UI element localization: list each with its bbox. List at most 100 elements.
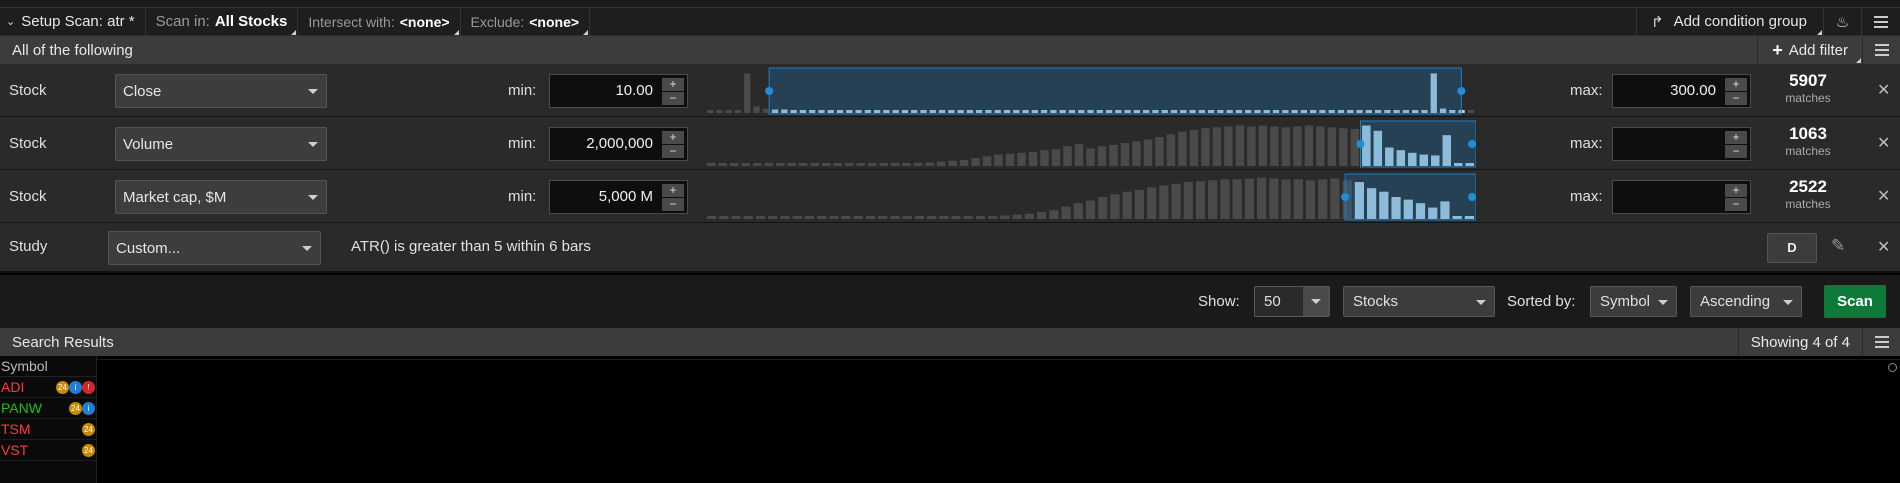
- filter-field-dropdown[interactable]: Volume: [115, 127, 327, 161]
- earnings-badge-icon[interactable]: 24: [69, 402, 82, 415]
- results-menu-button[interactable]: [1862, 328, 1900, 356]
- filter-field-dropdown[interactable]: Close: [115, 74, 327, 108]
- min-decrement-button[interactable]: −: [662, 145, 684, 158]
- condition-group-icon: ↱: [1650, 13, 1664, 31]
- max-increment-button[interactable]: +: [1725, 78, 1747, 91]
- max-decrement-button[interactable]: −: [1725, 92, 1747, 105]
- remove-filter-icon[interactable]: ✕: [1877, 186, 1890, 206]
- remove-filter-icon[interactable]: ✕: [1877, 80, 1890, 100]
- distribution-histogram[interactable]: [706, 67, 1476, 115]
- study-dropdown[interactable]: Custom...: [108, 231, 321, 265]
- sort-field-select[interactable]: Symbol: [1590, 286, 1677, 317]
- intersect-with-selector[interactable]: Intersect with: <none>: [298, 7, 461, 36]
- max-input[interactable]: + −: [1612, 127, 1751, 161]
- intersect-value: <none>: [399, 13, 450, 30]
- histogram-bar: [1293, 179, 1303, 219]
- histogram-bar: [1040, 150, 1049, 166]
- histogram-bar: [856, 163, 865, 166]
- info-badge-icon[interactable]: i: [82, 402, 95, 415]
- range-max-handle[interactable]: [1457, 87, 1466, 95]
- scan-button[interactable]: Scan: [1824, 285, 1886, 318]
- histogram-bar: [1247, 126, 1256, 166]
- range-min-handle[interactable]: [1356, 140, 1365, 148]
- conditions-title: All of the following: [12, 41, 133, 59]
- min-decrement-button[interactable]: −: [662, 198, 684, 211]
- chevron-down-icon: [1783, 300, 1793, 305]
- min-input[interactable]: 2,000,000 + −: [549, 127, 688, 161]
- histogram-bar: [1110, 194, 1120, 219]
- hot-scan-button[interactable]: ♨: [1824, 7, 1862, 36]
- min-input[interactable]: 10.00 + −: [549, 74, 688, 108]
- list-type-select[interactable]: Stocks: [1343, 286, 1495, 317]
- setup-scan-dropdown[interactable]: ⌄ Setup Scan: atr *: [0, 7, 146, 36]
- corner-indicator-icon: [1856, 58, 1861, 63]
- table-row[interactable]: PANW 24 i: [0, 398, 97, 419]
- max-value: 300.00: [1670, 82, 1716, 99]
- histogram-bar: [902, 216, 912, 219]
- scan-in-value: All Stocks: [214, 13, 288, 30]
- symbol-column-header[interactable]: Symbol: [0, 356, 96, 377]
- selected-range[interactable]: [1360, 120, 1477, 168]
- table-row[interactable]: TSM 24: [0, 419, 97, 440]
- edit-pencil-icon[interactable]: ✎: [1831, 236, 1845, 256]
- conditions-menu-button[interactable]: [1862, 36, 1900, 64]
- min-increment-button[interactable]: +: [662, 78, 684, 91]
- max-input[interactable]: 300.00 + −: [1612, 74, 1751, 108]
- max-increment-button[interactable]: +: [1725, 131, 1747, 144]
- table-row[interactable]: ADI 24 i!: [0, 377, 97, 398]
- min-input[interactable]: 5,000 M + −: [549, 180, 688, 214]
- scan-in-selector[interactable]: Scan in: All Stocks: [146, 7, 299, 36]
- histogram-bar: [1028, 151, 1038, 166]
- results-grid: Symbol ADI 24 i! PANW 24 i TSM 24 VST 24: [0, 356, 1900, 483]
- max-input[interactable]: + −: [1612, 180, 1751, 214]
- show-label: Show:: [1198, 293, 1240, 310]
- min-decrement-button[interactable]: −: [662, 92, 684, 105]
- max-decrement-button[interactable]: −: [1725, 198, 1747, 211]
- alert-badge-icon[interactable]: !: [82, 381, 95, 394]
- scroll-corner-icon[interactable]: [1888, 363, 1897, 372]
- min-increment-button[interactable]: +: [662, 184, 684, 197]
- histogram-bar: [768, 216, 778, 219]
- min-increment-button[interactable]: +: [662, 131, 684, 144]
- sort-order-select[interactable]: Ascending: [1690, 286, 1802, 317]
- histogram-bar: [878, 216, 888, 219]
- matches-count: 5907 matches: [1768, 72, 1848, 104]
- histogram-bar: [1258, 125, 1268, 166]
- histogram-bar: [718, 163, 727, 166]
- show-count-select[interactable]: 50: [1254, 286, 1330, 317]
- add-filter-button[interactable]: + Add filter: [1757, 36, 1862, 64]
- max-increment-button[interactable]: +: [1725, 184, 1747, 197]
- distribution-histogram[interactable]: [706, 173, 1476, 221]
- earnings-badge-icon[interactable]: 24: [56, 381, 69, 394]
- table-row[interactable]: VST 24: [0, 440, 97, 461]
- histogram-bar: [821, 163, 831, 166]
- range-max-handle[interactable]: [1468, 140, 1476, 148]
- selected-range[interactable]: [768, 67, 1462, 115]
- histogram-bar: [1061, 206, 1071, 219]
- aggregation-label: D: [1787, 240, 1797, 255]
- show-count-value: 50: [1264, 293, 1281, 310]
- exclude-selector[interactable]: Exclude: <none>: [461, 7, 591, 36]
- flame-icon: ♨: [1835, 13, 1850, 31]
- range-min-handle[interactable]: [1341, 193, 1350, 201]
- corner-indicator-icon: [453, 29, 459, 35]
- toolbar-menu-button[interactable]: [1862, 8, 1900, 36]
- info-badge-icon[interactable]: i: [69, 381, 82, 394]
- show-count-arrow: [1303, 287, 1329, 316]
- aggregation-button[interactable]: D: [1767, 233, 1817, 263]
- histogram-bar: [1224, 126, 1233, 166]
- range-min-handle[interactable]: [765, 87, 774, 95]
- distribution-histogram[interactable]: [706, 120, 1476, 168]
- corner-indicator-icon: [1817, 29, 1822, 35]
- earnings-badge-icon[interactable]: 24: [82, 444, 95, 457]
- remove-study-icon[interactable]: ✕: [1877, 237, 1890, 257]
- add-condition-group-button[interactable]: ↱ Add condition group: [1635, 7, 1824, 36]
- filter-field-dropdown[interactable]: Market cap, $M: [115, 180, 327, 214]
- range-max-handle[interactable]: [1468, 193, 1476, 201]
- remove-filter-icon[interactable]: ✕: [1877, 133, 1890, 153]
- selected-range[interactable]: [1344, 173, 1476, 221]
- max-decrement-button[interactable]: −: [1725, 145, 1747, 158]
- earnings-badge-icon[interactable]: 24: [82, 423, 95, 436]
- histogram-bar: [1085, 200, 1096, 219]
- histogram-bar: [1049, 210, 1059, 219]
